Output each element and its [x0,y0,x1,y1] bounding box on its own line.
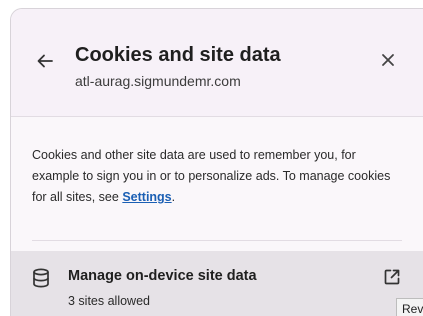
settings-link[interactable]: Settings [122,190,171,204]
description-end: . [171,190,176,204]
description-text: Cookies and other site data are used to … [32,148,391,204]
sites-allowed-count: 3 sites allowed [68,294,150,308]
browser-viewport: Cookies and site data atl-aurag.sigmunde… [0,0,423,316]
back-arrow-icon[interactable] [36,52,54,70]
manage-site-data-label: Manage on-device site data [68,268,257,284]
manage-site-data-button[interactable]: Manage on-device site data 3 sites allow… [11,251,423,316]
header-divider [11,116,423,117]
site-domain: atl-aurag.sigmundemr.com [75,73,241,89]
panel-header: Cookies and site data atl-aurag.sigmunde… [11,9,423,116]
database-icon [32,268,50,288]
section-divider [32,240,402,241]
page-title: Cookies and site data [75,44,281,66]
close-icon[interactable] [381,53,395,67]
cookies-panel: Cookies and site data atl-aurag.sigmunde… [10,8,423,316]
tooltip: Rev [396,298,423,316]
open-in-new-icon[interactable] [383,268,401,286]
cookies-description: Cookies and other site data are used to … [32,145,402,208]
